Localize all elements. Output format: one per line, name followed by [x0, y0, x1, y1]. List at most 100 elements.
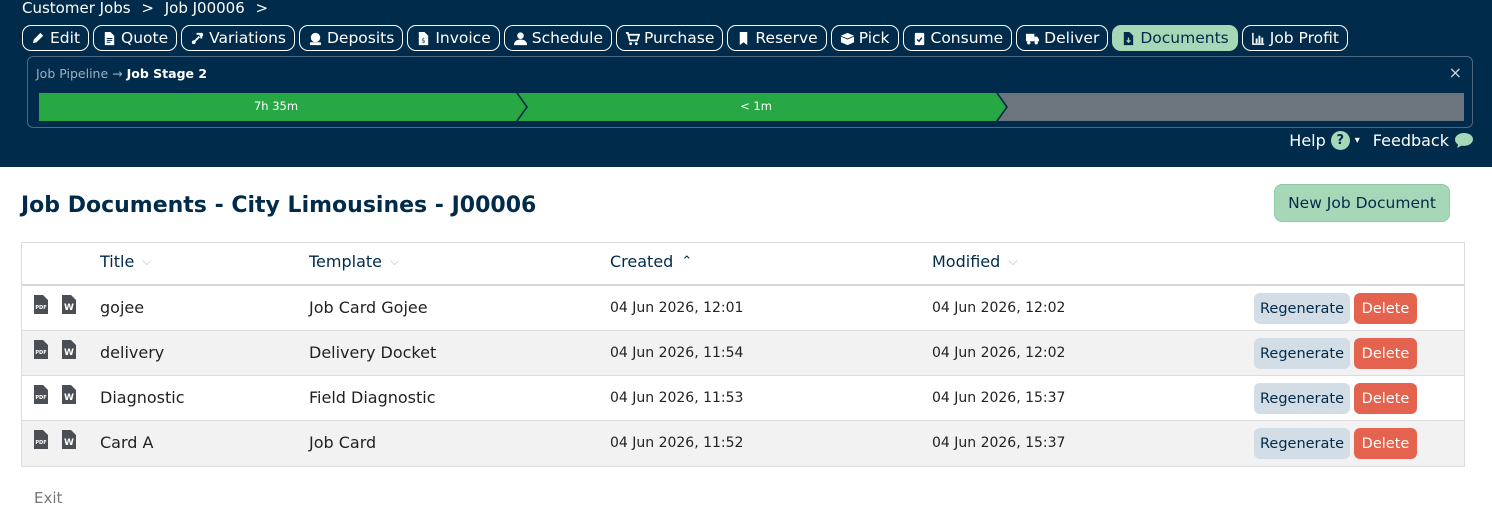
cell-template: Job Card Gojee	[309, 298, 428, 317]
word-file-icon[interactable]: W	[61, 384, 77, 405]
box-icon	[840, 32, 854, 45]
tab-label: Purchase	[643, 29, 715, 47]
delete-button[interactable]: Delete	[1354, 338, 1417, 369]
user-icon	[513, 31, 527, 45]
cell-modified: 04 Jun 2026, 15:37	[932, 435, 1066, 451]
tab-pick[interactable]: Pick	[830, 25, 899, 51]
column-label: Modified	[932, 252, 1001, 271]
close-icon[interactable]: ×	[1449, 63, 1462, 82]
tab-quote[interactable]: Quote	[93, 25, 178, 51]
breadcrumb-job[interactable]: Job J00006	[165, 0, 245, 17]
regenerate-button[interactable]: Regenerate	[1254, 338, 1350, 369]
clipboard-icon	[914, 32, 924, 45]
coin-icon	[309, 32, 322, 45]
svg-text:W: W	[64, 438, 74, 448]
cart-icon	[625, 31, 640, 45]
column-header-modified[interactable]: Modified ⌵	[932, 252, 1017, 271]
tab-deposits[interactable]: Deposits	[299, 25, 404, 51]
delete-button[interactable]: Delete	[1354, 293, 1417, 324]
word-file-icon[interactable]: W	[61, 294, 77, 315]
branch-icon	[192, 32, 204, 44]
column-label: Template	[309, 252, 383, 271]
pipeline-stage-duration: < 1m	[740, 99, 772, 113]
tab-schedule[interactable]: Schedule	[503, 25, 612, 51]
sort-icon[interactable]: ⌵	[390, 254, 399, 269]
cell-title[interactable]: gojee	[100, 298, 144, 317]
job-tabs: Edit Quote Variations Deposits $ Invoice Sched…	[22, 25, 1348, 51]
tab-invoice[interactable]: $ Invoice	[407, 25, 500, 51]
delete-button[interactable]: Delete	[1354, 383, 1417, 414]
cell-title[interactable]: delivery	[100, 343, 164, 362]
pdf-file-icon[interactable]: PDF	[33, 294, 49, 315]
svg-text:PDF: PDF	[35, 440, 46, 446]
regenerate-button[interactable]: Regenerate	[1254, 428, 1350, 459]
cell-title[interactable]: Diagnostic	[100, 388, 185, 407]
tab-reserve[interactable]: Reserve	[727, 25, 827, 51]
sort-ascending-icon[interactable]: ⌃	[681, 254, 692, 269]
sort-icon[interactable]: ⌵	[1008, 254, 1017, 269]
cell-modified: 04 Jun 2026, 12:02	[932, 300, 1066, 316]
tab-label: Quote	[121, 29, 169, 47]
column-header-title[interactable]: Title ⌵	[100, 252, 151, 271]
tab-job-profit[interactable]: Job Profit	[1241, 25, 1348, 51]
cell-modified: 04 Jun 2026, 15:37	[932, 390, 1066, 406]
pencil-icon	[32, 32, 44, 43]
pipeline-stages: 7h 35m < 1m	[36, 93, 1467, 121]
breadcrumb-customer-jobs[interactable]: Customer Jobs	[22, 0, 131, 17]
word-file-icon[interactable]: W	[61, 339, 77, 360]
pdf-file-icon[interactable]: PDF	[33, 339, 49, 360]
tab-label: Reserve	[755, 29, 818, 47]
tab-label: Documents	[1140, 29, 1229, 47]
help-icon[interactable]: ?	[1330, 131, 1350, 150]
word-file-icon[interactable]: W	[61, 429, 77, 450]
table-row: PDF W Card A Job Card 04 Jun 2026, 11:52 04 J…	[22, 421, 1464, 466]
pipeline-stage-3[interactable]	[998, 93, 1464, 121]
table-row: PDF W Diagnostic Field Diagnostic 04 Jun 202…	[22, 376, 1464, 421]
tab-purchase[interactable]: Purchase	[615, 25, 724, 51]
chart-icon	[1251, 32, 1264, 45]
regenerate-button[interactable]: Regenerate	[1254, 383, 1350, 414]
chevron-down-icon[interactable]: ▾	[1355, 135, 1360, 146]
cell-created: 04 Jun 2026, 11:54	[610, 345, 744, 361]
column-header-template[interactable]: Template ⌵	[309, 252, 399, 271]
tab-label: Variations	[209, 29, 286, 47]
help-link[interactable]: Help	[1289, 131, 1325, 150]
pdf-file-icon[interactable]: PDF	[33, 429, 49, 450]
pipeline-root[interactable]: Job Pipeline	[36, 66, 108, 81]
tab-variations[interactable]: Variations	[181, 25, 295, 51]
feedback-link[interactable]: Feedback	[1373, 131, 1449, 150]
column-label: Created	[610, 252, 674, 271]
documents-table: Title ⌵ Template ⌵ Created ⌃ Modified ⌵ PDF Wgoj…	[21, 242, 1465, 467]
bookmark-icon	[740, 31, 748, 45]
svg-text:PDF: PDF	[35, 305, 46, 311]
pdf-file-icon[interactable]: PDF	[33, 384, 49, 405]
new-job-document-button[interactable]: New Job Document	[1274, 184, 1450, 222]
tab-label: Deliver	[1044, 29, 1100, 47]
cell-template: Delivery Docket	[309, 343, 437, 362]
cell-title[interactable]: Card A	[100, 433, 153, 452]
breadcrumb-separator: >	[141, 0, 154, 17]
column-label: Title	[100, 252, 135, 271]
tab-deliver[interactable]: Deliver	[1016, 25, 1109, 51]
sort-icon[interactable]: ⌵	[142, 254, 151, 269]
tab-edit[interactable]: Edit	[22, 25, 90, 51]
tab-consume[interactable]: Consume	[902, 25, 1013, 51]
column-header-created[interactable]: Created ⌃	[610, 252, 692, 271]
help-feedback: Help ? ▾ Feedback	[1289, 131, 1474, 150]
svg-text:$: $	[422, 36, 426, 44]
table-row: PDF Wdelivery Delivery Docket 04 Jun 2026, …	[22, 331, 1464, 376]
delete-button[interactable]: Delete	[1354, 428, 1417, 459]
breadcrumb: Customer Jobs > Job J00006 >	[22, 0, 274, 17]
tab-label: Job Profit	[1269, 29, 1339, 47]
table-row: PDF Wgojee Job Card Gojee 04 Jun 2026, 12:0…	[22, 286, 1464, 331]
regenerate-button[interactable]: Regenerate	[1254, 293, 1350, 324]
cell-modified: 04 Jun 2026, 12:02	[932, 345, 1066, 361]
chat-bubble-icon[interactable]	[1454, 132, 1474, 149]
tab-label: Consume	[930, 29, 1004, 47]
truck-icon	[1026, 33, 1040, 44]
svg-text:W: W	[64, 393, 74, 403]
document-icon	[104, 31, 115, 45]
exit-link[interactable]: Exit	[34, 489, 62, 507]
tab-documents[interactable]: Documents	[1112, 25, 1238, 51]
job-pipeline-panel: Job Pipeline → Job Stage 2 × 7h 35m < 1m	[27, 56, 1473, 128]
